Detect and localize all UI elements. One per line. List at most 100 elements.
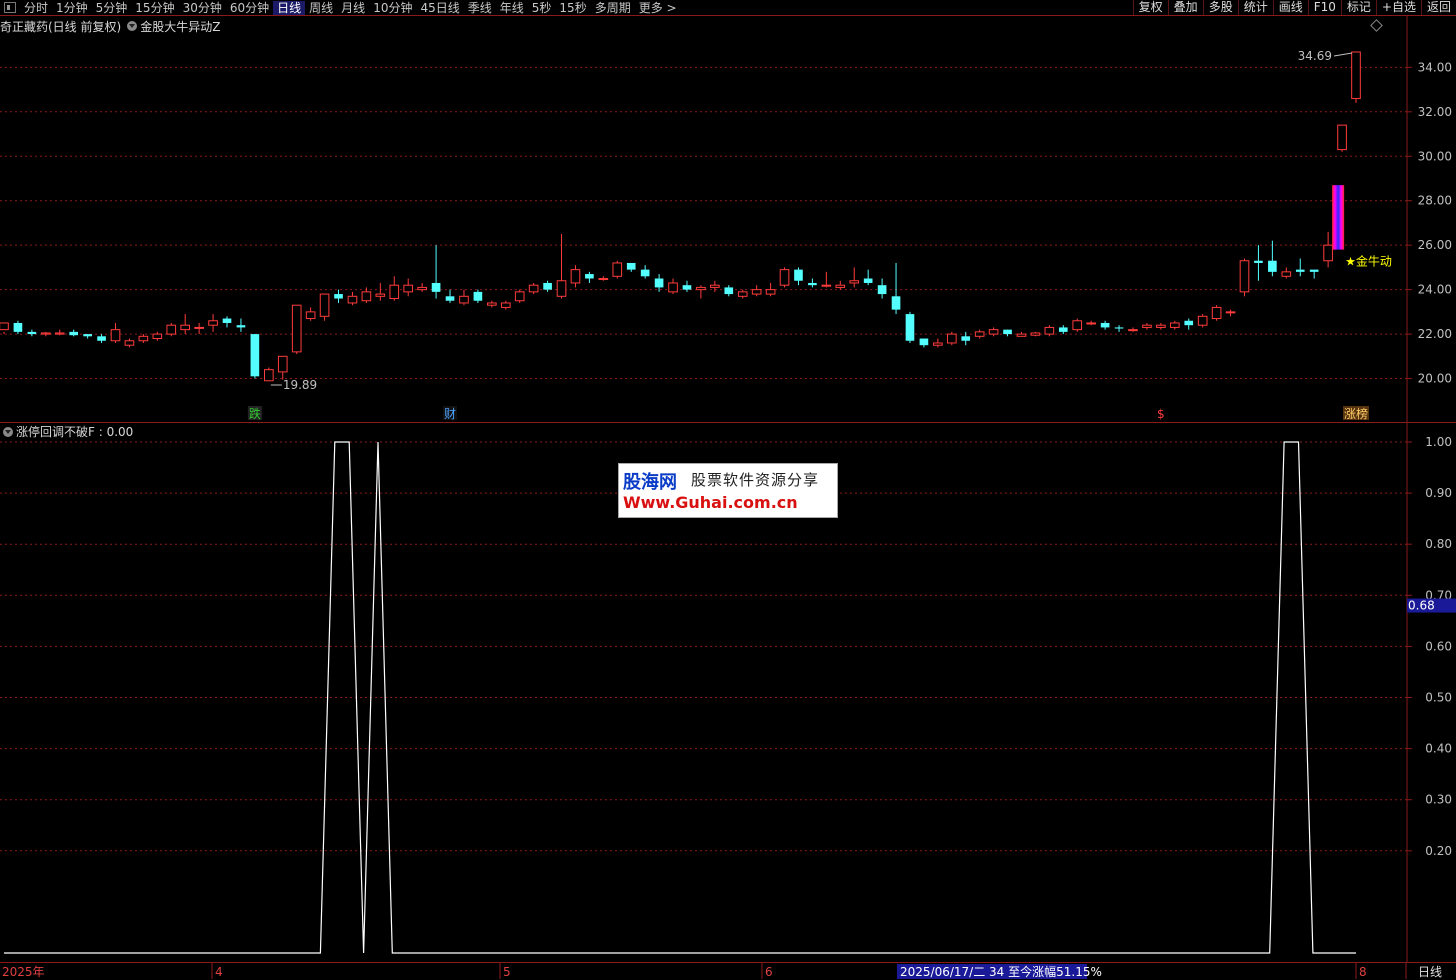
candle-body-up xyxy=(54,332,65,335)
candle-body-up xyxy=(166,324,177,335)
candle-body-up xyxy=(110,329,121,342)
candle-body-up xyxy=(751,289,762,295)
candle-body-down xyxy=(222,318,232,323)
month-label: 4 xyxy=(215,965,223,979)
candle-body-up xyxy=(40,332,51,335)
candle-body-up xyxy=(668,282,678,293)
signal-rainbow-bar xyxy=(1332,185,1345,250)
watermark-brand: 股海网 xyxy=(623,472,677,493)
candle-body-up xyxy=(1239,260,1250,293)
candle-body-down xyxy=(961,336,971,341)
candle-body-up xyxy=(459,295,469,304)
candle-body-up xyxy=(528,284,539,293)
candle-body-down xyxy=(1114,327,1124,329)
candle-body-up xyxy=(1086,322,1096,325)
candle-body-up xyxy=(1281,271,1292,277)
candle-body-down xyxy=(1309,269,1319,272)
candle-body-up xyxy=(974,331,985,337)
watermark-logo: 股海网 股票软件资源分享 Www.Guhai.com.cn xyxy=(618,463,838,518)
candle-body-up xyxy=(305,311,316,320)
event-marker: $ xyxy=(1157,407,1165,421)
candle-body-up xyxy=(598,278,609,281)
high-price-pointer xyxy=(1333,52,1353,57)
candle-body-down xyxy=(445,296,455,301)
candle-body-down xyxy=(250,334,260,377)
y-tick-label: 0.90 xyxy=(1425,486,1452,500)
y-tick-label: 0.80 xyxy=(1425,537,1452,551)
event-marker: 涨榜 xyxy=(1344,406,1368,421)
candle-body-up xyxy=(946,333,957,344)
candle-body-up xyxy=(500,302,511,308)
candle-body-up xyxy=(277,355,288,373)
candle-body-up xyxy=(1197,315,1208,326)
candle-body-down xyxy=(794,269,803,281)
candle-body-down xyxy=(1268,260,1277,272)
y-tick-label: 26.00 xyxy=(1418,238,1452,252)
candle-body-down xyxy=(682,285,692,290)
high-price-label: 34.69 xyxy=(1298,49,1332,63)
candle-body-down xyxy=(863,278,873,283)
candle-body-up xyxy=(1351,51,1361,99)
candle-body-up xyxy=(696,286,706,291)
candle-body-up xyxy=(417,286,427,291)
y-tick-label: 0.50 xyxy=(1425,691,1452,705)
candle-body-up xyxy=(710,284,720,288)
candle-body-up xyxy=(1016,333,1027,337)
candle-body-down xyxy=(431,282,441,292)
candle-body-up xyxy=(835,284,846,288)
candle-body-down xyxy=(585,274,594,279)
candle-body-up xyxy=(556,280,567,297)
panel-divider xyxy=(0,422,1456,423)
candle-body-up xyxy=(737,291,748,297)
candle-body-up xyxy=(1323,244,1333,262)
month-label: 5 xyxy=(503,965,511,979)
candle-body-down xyxy=(543,282,552,290)
candle-body-down xyxy=(724,287,734,295)
candle-body-up xyxy=(487,302,497,306)
candle-body-down xyxy=(83,334,92,337)
candle-body-down xyxy=(334,294,343,299)
watermark-slogan: 股票软件资源分享 xyxy=(691,471,820,489)
candle-body-up xyxy=(264,369,274,382)
signal-label: ★金牛动 xyxy=(1345,254,1392,269)
candle-body-up xyxy=(347,295,358,304)
y-tick-label: 34.00 xyxy=(1418,60,1452,74)
y-tick-label: 0.20 xyxy=(1425,844,1452,858)
candle-body-up xyxy=(612,262,623,277)
y-tick-label: 28.00 xyxy=(1418,194,1452,208)
candle-body-up xyxy=(180,324,191,331)
candle-body-up xyxy=(1044,326,1055,335)
candle-body-up xyxy=(1169,322,1180,328)
candle-body-up xyxy=(319,293,330,317)
candle-body-up xyxy=(514,291,525,302)
candle-body-up xyxy=(1142,324,1152,328)
candle-body-down xyxy=(808,282,817,286)
candle-body-up xyxy=(570,269,581,284)
period-label: 日线 xyxy=(1418,965,1442,979)
candle-body-down xyxy=(473,291,483,301)
candle-body-down xyxy=(69,331,79,336)
candle-body-up xyxy=(1030,332,1041,336)
candle-body-up xyxy=(849,280,860,284)
candle-body-up xyxy=(361,291,372,302)
event-marker: 财 xyxy=(444,407,456,421)
y-tick-label: 32.00 xyxy=(1418,105,1452,119)
candle-body-up xyxy=(1337,124,1347,151)
month-label: 8 xyxy=(1359,965,1367,979)
candle-body-down xyxy=(891,296,901,310)
candle-body-up xyxy=(403,284,414,293)
candle-body-up xyxy=(988,329,999,335)
candle-body-down xyxy=(919,338,929,346)
candle-body-up xyxy=(138,335,149,342)
current-value-label: 0.68 xyxy=(1408,599,1435,613)
watermark-url: Www.Guhai.com.cn xyxy=(623,493,798,512)
candle-body-down xyxy=(1184,320,1194,326)
candle-body-down xyxy=(1058,327,1068,332)
candle-body-up xyxy=(194,326,204,329)
candle-body-up xyxy=(1225,311,1236,314)
candle-body-down xyxy=(13,322,23,332)
candle-body-down xyxy=(905,314,915,341)
candle-body-down xyxy=(27,331,37,335)
candle-body-up xyxy=(1072,320,1083,331)
event-marker: 跌 xyxy=(249,406,261,421)
